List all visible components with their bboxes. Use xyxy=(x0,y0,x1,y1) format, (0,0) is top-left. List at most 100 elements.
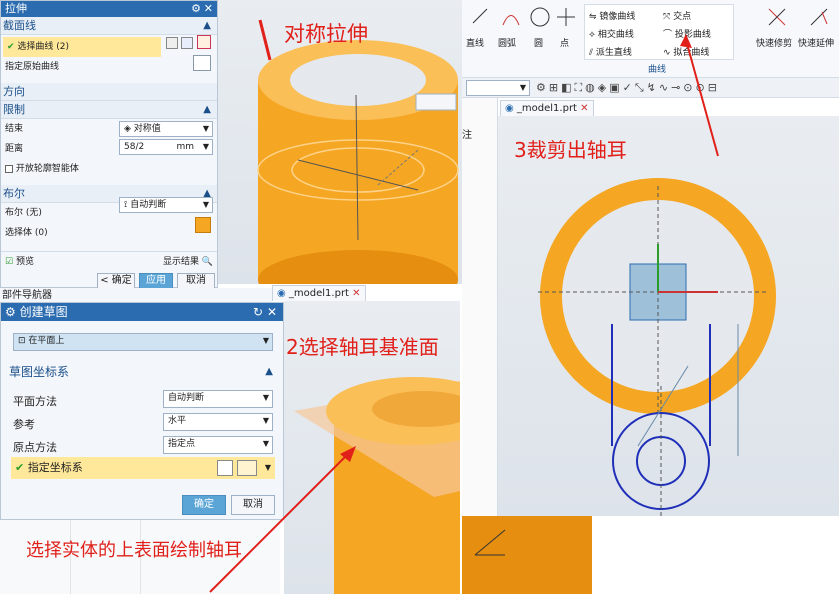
plane-method-select[interactable]: 自动判断 ▼ xyxy=(163,390,273,408)
origin-curve-icon[interactable] xyxy=(193,55,211,71)
chevron-up-icon[interactable]: ▲ xyxy=(265,363,273,381)
plane-method-value: 自动判断 xyxy=(168,393,205,403)
quick-trim-button[interactable]: 快速修剪 xyxy=(756,6,796,66)
extrude-dialog-title: 拉伸 ⚙ ✕ xyxy=(1,1,217,17)
preview-row[interactable]: ☑ 预览 显示结果 🔍 xyxy=(1,251,217,271)
annotation-step1: 对称拉伸 xyxy=(284,22,368,46)
close-icon[interactable]: ✕ xyxy=(580,103,588,114)
ribbon-line-button[interactable]: 直线 xyxy=(466,6,492,66)
reset-icon[interactable]: ↻ xyxy=(253,303,263,321)
navigator-label: 部件导航器 xyxy=(2,290,52,301)
open-profile-row[interactable]: 开放轮廓智能体 xyxy=(1,159,217,179)
direction-header[interactable]: 方向 xyxy=(1,83,217,101)
point-label: 点 xyxy=(560,39,570,49)
cancel-button[interactable]: 取消 xyxy=(177,273,215,289)
dropdown-icon[interactable]: ▼ xyxy=(263,334,269,348)
derived-line-icon: ⫽ xyxy=(589,48,594,58)
close-icon[interactable]: ✕ xyxy=(352,288,360,299)
model-tab-right-label: _model1.prt xyxy=(516,103,577,114)
boolean-icon: ⟟ xyxy=(124,200,128,210)
cylinder-hole xyxy=(290,54,426,106)
type-filter-select[interactable]: ▼ xyxy=(466,80,530,96)
extrude-dialog: 拉伸 ⚙ ✕ 截面线 ▲ ✔ 选择曲线 (2) 指定原始曲线 方向 限制 ▲ 结… xyxy=(0,0,218,300)
dropdown-icon[interactable]: ▼ xyxy=(203,122,209,136)
close-icon[interactable]: ✕ xyxy=(267,303,277,321)
part-icon: ◉ xyxy=(505,103,514,114)
extrude-title-text: 拉伸 xyxy=(5,2,27,15)
intersect-curve-icon: ⟡ xyxy=(589,30,595,40)
checkmark-icon: ✔ xyxy=(7,42,15,52)
checkbox-checked[interactable]: ☑ xyxy=(5,257,13,267)
quick-extend-button[interactable]: 快速延伸 xyxy=(798,6,838,66)
sketch-section-icon[interactable] xyxy=(197,35,211,49)
circle-label: 圆 xyxy=(534,39,544,49)
select-curve-label: 选择曲线 (2) xyxy=(17,42,70,52)
annotation-arrow-step3 xyxy=(680,34,719,157)
select-curve-row[interactable]: ✔ 选择曲线 (2) xyxy=(3,37,161,57)
symmetric-icon: ◈ xyxy=(124,124,131,134)
dropdown-icon[interactable]: ▼ xyxy=(203,140,209,154)
distance-label: 距离 xyxy=(5,144,24,154)
ribbon-point-button[interactable]: 点 xyxy=(554,6,578,66)
mirror-curve-item[interactable]: ⇋ 镜像曲线 xyxy=(589,9,635,22)
apply-button[interactable]: 应用 xyxy=(139,273,173,289)
ok-button[interactable]: < 确定 > xyxy=(97,273,135,300)
checkbox[interactable] xyxy=(5,164,13,173)
reference-label: 参考 xyxy=(13,418,35,431)
chevron-up-icon[interactable]: ▲ xyxy=(203,17,211,35)
limits-header[interactable]: 限制 ▲ xyxy=(1,101,217,119)
selection-filter-icon[interactable] xyxy=(181,37,193,49)
ribbon-circle-button[interactable]: 圆 xyxy=(528,6,552,66)
chevron-up-icon[interactable]: ▲ xyxy=(203,101,211,119)
ribbon-arc-button[interactable]: 圆弧 xyxy=(498,6,524,66)
viewport-sketch[interactable]: 3裁剪出轴耳 xyxy=(498,116,839,516)
line-icon xyxy=(472,8,488,24)
view-popup[interactable] xyxy=(415,93,457,111)
close-icon[interactable]: ✕ xyxy=(204,1,213,17)
origin-curve-row[interactable]: 指定原始曲线 xyxy=(1,57,217,77)
dropdown-icon[interactable]: ▼ xyxy=(203,198,209,212)
column-header-fragment: 注 xyxy=(462,130,472,141)
sketch-type-select[interactable]: ⊡ 在平面上 ▼ xyxy=(13,333,273,351)
section-header[interactable]: 截面线 ▲ xyxy=(1,17,217,35)
distance-input[interactable]: 58/2 mm ▼ xyxy=(119,139,213,155)
csys-label: 草图坐标系 xyxy=(9,365,70,379)
origin-method-label: 原点方法 xyxy=(13,441,57,454)
annotation-arrow-note xyxy=(209,446,356,593)
dropdown-icon[interactable]: ▼ xyxy=(520,81,526,95)
csys-header[interactable]: 草图坐标系 ▲ xyxy=(7,363,279,381)
line-label: 直线 xyxy=(466,39,485,49)
point-icon xyxy=(557,8,575,26)
end-select[interactable]: ◈ 对称值 ▼ xyxy=(119,121,213,137)
gear-icon: ⚙ xyxy=(5,305,16,319)
settings-icon[interactable]: ⚙ xyxy=(191,1,201,17)
model-tab-bottom[interactable]: ◉ _model1.prt ✕ xyxy=(272,285,366,301)
annotation-stroke xyxy=(258,19,272,61)
csys-triad-icon xyxy=(474,529,506,556)
arc-label: 圆弧 xyxy=(498,39,517,49)
origin-method-value: 指定点 xyxy=(168,439,196,449)
model-tab-right[interactable]: ◉ _model1.prt ✕ xyxy=(500,100,594,116)
plane-icon: ⊡ xyxy=(18,336,26,346)
open-profile-label: 开放轮廓智能体 xyxy=(15,164,79,174)
origin-curve-label: 指定原始曲线 xyxy=(5,62,60,72)
create-sketch-title-bar: ⚙ 创建草图 ↻ ✕ xyxy=(1,303,283,321)
select-body-row[interactable]: 选择体 (0) xyxy=(1,223,217,243)
boolean-select[interactable]: ⟟ 自动判断 ▼ xyxy=(119,197,213,213)
select-body-icon[interactable] xyxy=(195,217,211,233)
viewport-extrude[interactable]: 对称拉伸 xyxy=(218,0,462,284)
intersect-curve-item[interactable]: ⟡ 相交曲线 xyxy=(589,27,634,40)
show-result-label[interactable]: 显示结果 xyxy=(163,252,199,272)
search-icon[interactable]: 🔍 xyxy=(202,252,213,272)
derived-line-item[interactable]: ⫽ 派生直线 xyxy=(589,45,632,58)
derived-line-label: 派生直线 xyxy=(595,48,632,58)
curve-rule-icon[interactable] xyxy=(166,37,178,49)
quick-trim-label: 快速修剪 xyxy=(756,39,793,49)
end-label: 结束 xyxy=(5,124,24,134)
boolean-none-label: 布尔 (无) xyxy=(5,208,42,218)
distance-value: 58/2 xyxy=(124,142,145,152)
left-column-strip: 注 xyxy=(462,98,498,518)
dropdown-icon[interactable]: ▼ xyxy=(263,391,269,405)
boolean-label: 布尔 xyxy=(3,187,25,200)
sketch-canvas xyxy=(538,178,776,516)
